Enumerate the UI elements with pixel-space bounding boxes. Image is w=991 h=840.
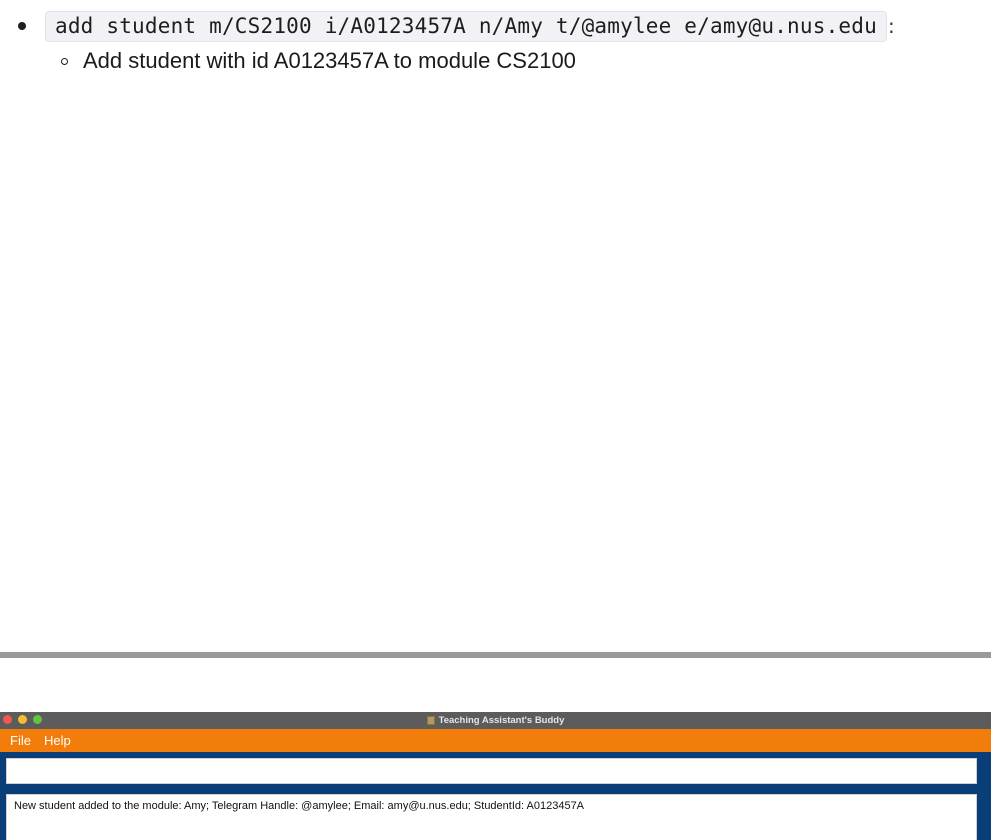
command-example-code: add student m/CS2100 i/A0123457A n/Amy t…	[45, 10, 887, 42]
menu-file[interactable]: File	[10, 733, 31, 748]
documentation-section: add student m/CS2100 i/A0123457A n/Amy t…	[0, 0, 991, 655]
command-box[interactable]	[6, 758, 977, 784]
window-title: Teaching Assistant's Buddy	[438, 715, 565, 726]
command-description: Add student with id A0123457A to module …	[83, 48, 576, 73]
command-bullet: add student m/CS2100 i/A0123457A n/Amy t…	[18, 10, 895, 42]
result-display: New student added to the module: Amy; Te…	[6, 794, 977, 840]
menu-bar: File Help	[0, 729, 991, 752]
zoom-window-icon[interactable]	[33, 715, 42, 724]
command-description-bullet: Add student with id A0123457A to module …	[61, 46, 576, 76]
app-icon	[426, 716, 435, 725]
command-input[interactable]	[7, 759, 976, 783]
bullet-dot-icon	[18, 22, 26, 30]
menu-help[interactable]: Help	[44, 733, 71, 748]
result-message: New student added to the module: Amy; Te…	[14, 800, 585, 812]
window-controls	[3, 715, 42, 724]
section-divider	[0, 652, 991, 658]
hollow-bullet-icon	[61, 57, 68, 65]
close-window-icon[interactable]	[3, 715, 12, 724]
title-bar[interactable]: Teaching Assistant's Buddy	[0, 712, 991, 729]
command-trailing-punct: :	[887, 14, 895, 38]
minimize-window-icon[interactable]	[18, 715, 27, 724]
window-title-group: Teaching Assistant's Buddy	[426, 715, 565, 726]
app-window: Teaching Assistant's Buddy File Help New…	[0, 712, 991, 840]
